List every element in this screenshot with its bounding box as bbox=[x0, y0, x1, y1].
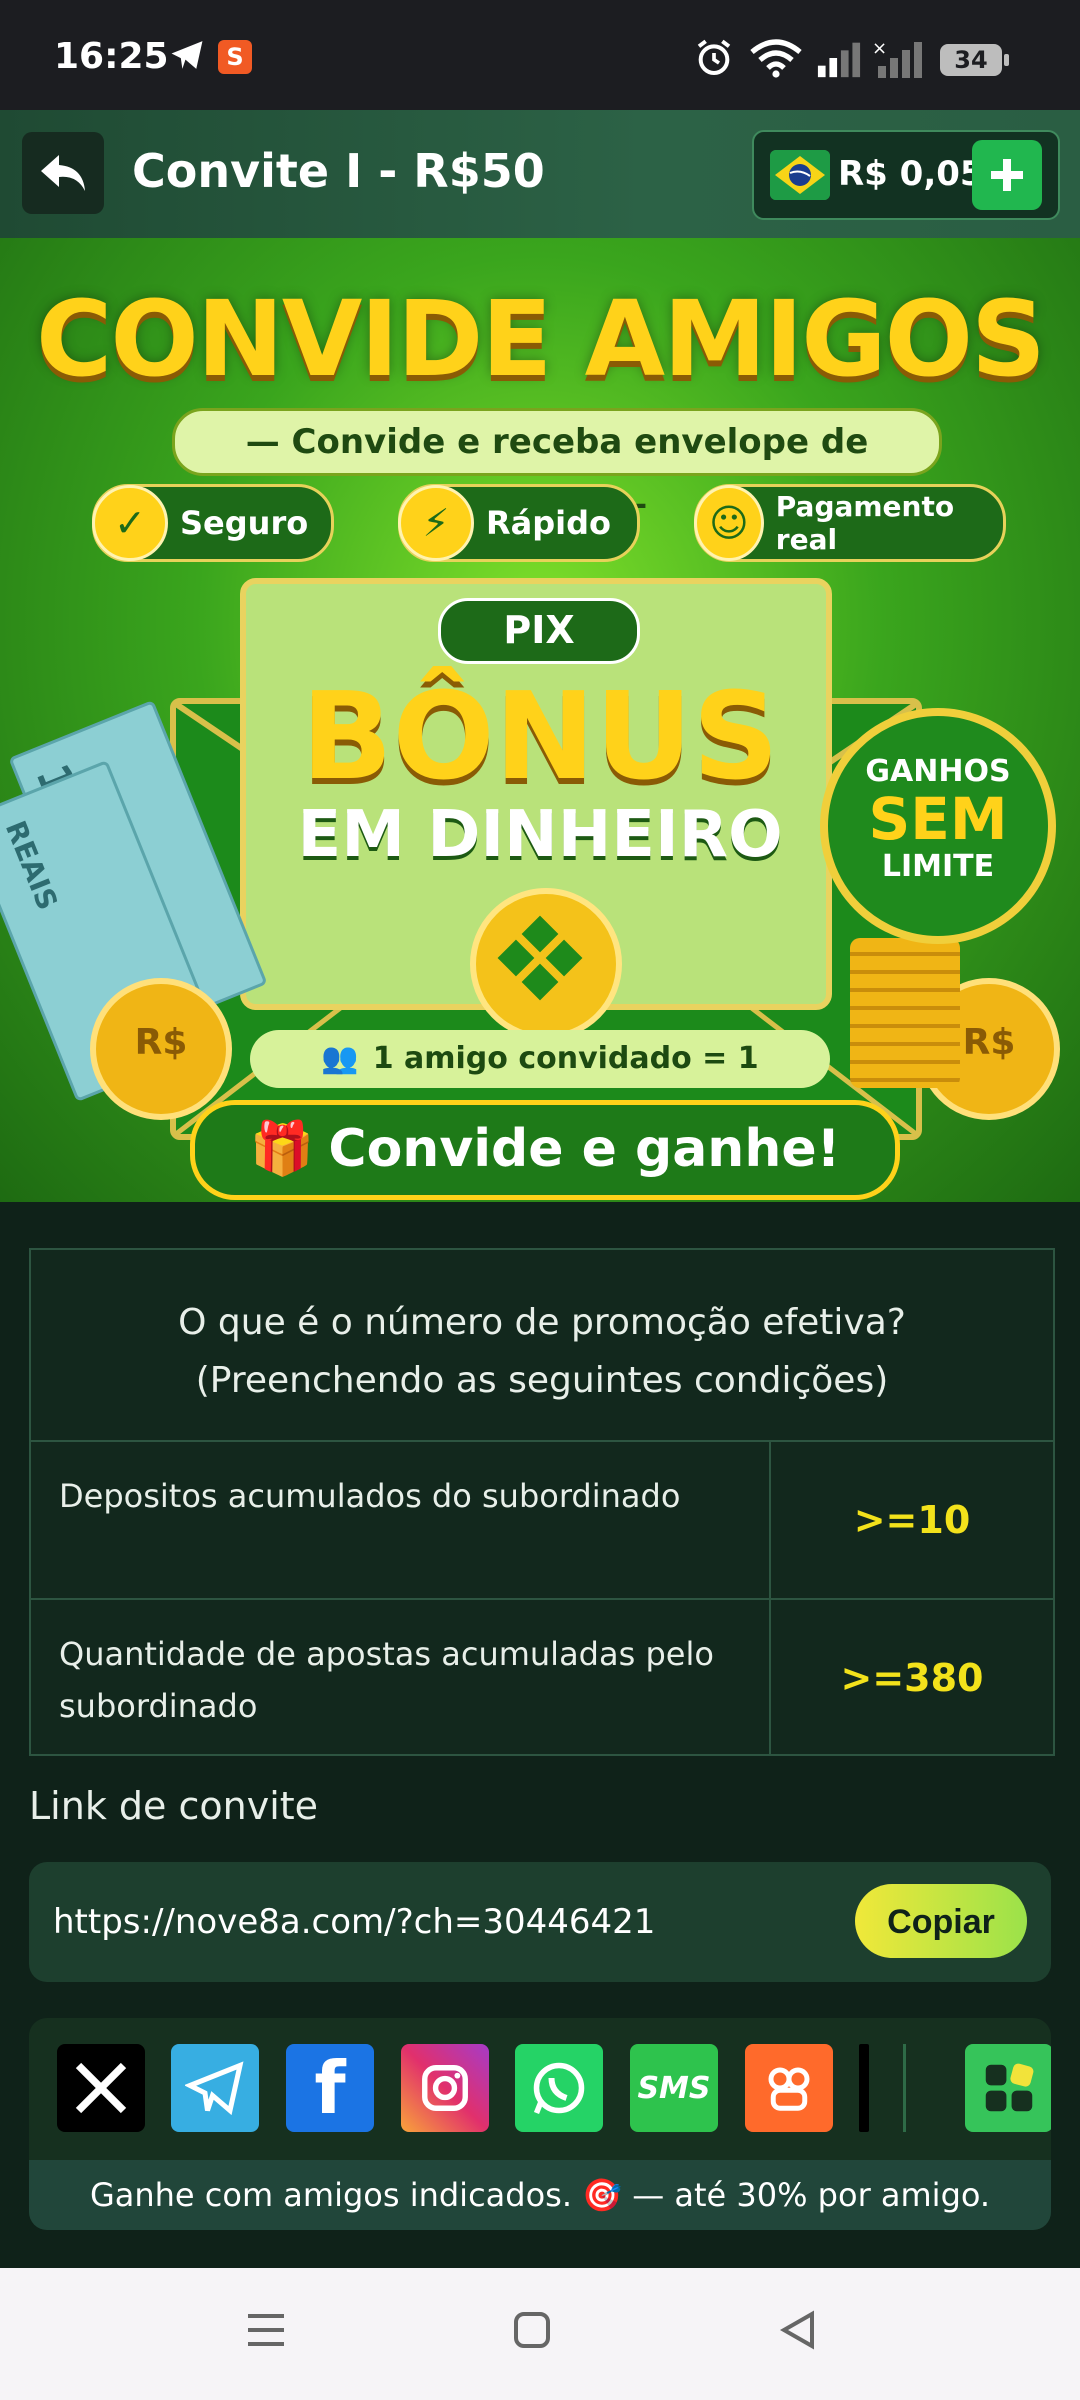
smiley-icon: ☺ bbox=[694, 485, 764, 561]
conditions-title: O que é o número de promoção efetiva? bbox=[178, 1302, 906, 1343]
balance-amount: R$ 0,05 bbox=[838, 154, 984, 194]
seal-line-3: LIMITE bbox=[881, 849, 995, 884]
ganhos-sem-limite-seal: GANHOS SEM LIMITE bbox=[820, 708, 1056, 944]
telegram-notification-icon bbox=[171, 41, 203, 69]
friends-icon: 👥 bbox=[321, 1041, 359, 1076]
invite-link-box: https://nove8a.com/?ch=30446421 Copiar bbox=[29, 1862, 1051, 1982]
menu-icon[interactable] bbox=[244, 2310, 288, 2350]
divider bbox=[903, 2044, 906, 2132]
back-button[interactable] bbox=[22, 132, 104, 214]
battery-indicator: 34 bbox=[940, 44, 1009, 76]
back-nav-icon[interactable] bbox=[778, 2310, 818, 2350]
brazil-flag-icon bbox=[770, 150, 830, 200]
conditions-header: O que é o número de promoção efetiva? (P… bbox=[31, 1250, 1053, 1442]
condition-label: Quantidade de apostas acumuladas pelo su… bbox=[31, 1600, 771, 1756]
svg-text:×: × bbox=[872, 38, 887, 59]
shop-notification-icon: S bbox=[218, 40, 252, 74]
more-icon-partial[interactable] bbox=[859, 2044, 869, 2132]
signal-icon-1 bbox=[817, 42, 861, 78]
alarm-icon bbox=[697, 39, 731, 75]
convide-ganhe-button[interactable]: 🎁 Convide e ganhe! bbox=[190, 1100, 900, 1200]
badge-label: Seguro bbox=[180, 504, 309, 542]
share-footer-text: Ganhe com amigos indicados. 🎯 — até 30% … bbox=[29, 2160, 1051, 2230]
badge-label: Pagamento real bbox=[775, 490, 955, 556]
pix-coin-icon bbox=[470, 888, 622, 1040]
facebook-icon[interactable]: f bbox=[286, 2044, 374, 2132]
promo-banner: CONVIDE AMIGOS — Convide e receba envelo… bbox=[0, 238, 1080, 1202]
add-funds-button[interactable] bbox=[972, 140, 1042, 210]
whatsapp-icon[interactable] bbox=[515, 2044, 603, 2132]
lightning-icon: ⚡ bbox=[398, 485, 474, 561]
back-arrow-icon bbox=[41, 155, 85, 191]
conditions-subtitle: (Preenchendo as seguintes condições) bbox=[195, 1360, 889, 1401]
status-time: 16:25 bbox=[54, 36, 169, 77]
badge-label: Rápido bbox=[486, 504, 611, 542]
instagram-icon[interactable] bbox=[401, 2044, 489, 2132]
cta-label: Convide e ganhe! bbox=[328, 1119, 841, 1179]
sms-icon[interactable]: SMS bbox=[630, 2044, 718, 2132]
seal-line-2: SEM bbox=[868, 785, 1008, 853]
x-icon[interactable] bbox=[57, 2044, 145, 2132]
badge-rapido: ⚡ Rápido bbox=[398, 484, 640, 562]
coin-icon: R$ bbox=[90, 978, 232, 1120]
seal-line-1: GANHOS bbox=[865, 754, 1011, 789]
banknote-label: REAIS bbox=[0, 816, 65, 915]
pix-badge: PIX bbox=[438, 598, 640, 664]
telegram-icon[interactable] bbox=[171, 2044, 259, 2132]
banner-headline: CONVIDE AMIGOS bbox=[36, 278, 1046, 400]
home-icon[interactable] bbox=[512, 2310, 552, 2350]
condition-value: >=10 bbox=[853, 1498, 971, 1542]
table-row: Depositos acumulados do subordinado >=10 bbox=[31, 1442, 1053, 1600]
page-title: Convite I - R$50 bbox=[132, 144, 545, 198]
copy-button[interactable]: Copiar bbox=[855, 1884, 1027, 1958]
share-panel: f SMS Ganhe com amigos indicados. 🎯 — at… bbox=[29, 2018, 1051, 2230]
condition-label: Depositos acumulados do subordinado bbox=[31, 1442, 771, 1598]
shield-check-icon: ✓ bbox=[92, 485, 168, 561]
signal-icon-2: × bbox=[872, 38, 922, 78]
gift-icon: 🎁 bbox=[249, 1119, 315, 1179]
top-header: Convite I - R$50 R$ 0,05 bbox=[0, 110, 1080, 238]
balance-widget[interactable]: R$ 0,05 bbox=[752, 130, 1060, 220]
table-row: Quantidade de apostas acumuladas pelo su… bbox=[31, 1600, 1053, 1756]
kwai-icon[interactable] bbox=[745, 2044, 833, 2132]
condition-value: >=380 bbox=[840, 1656, 984, 1700]
wifi-icon bbox=[750, 39, 802, 78]
conditions-table: O que é o número de promoção efetiva? (P… bbox=[29, 1248, 1055, 1756]
coin-stack-graphic bbox=[850, 938, 960, 1088]
invite-url[interactable]: https://nove8a.com/?ch=30446421 bbox=[53, 1902, 655, 1942]
more-apps-icon[interactable] bbox=[965, 2044, 1051, 2132]
friends-envelope-line: 👥1 amigo convidado = 1 envelope bbox=[250, 1030, 830, 1134]
system-nav-bar bbox=[0, 2268, 1080, 2400]
banner-subtitle: — Convide e receba envelope de prêmio — bbox=[172, 408, 942, 524]
badge-seguro: ✓ Seguro bbox=[92, 484, 334, 562]
badge-pagamento: ☺ Pagamento real bbox=[694, 484, 1006, 562]
invite-link-title: Link de convite bbox=[29, 1784, 319, 1828]
plus-icon bbox=[991, 159, 1023, 191]
status-bar: 16:25 S × 34 bbox=[0, 0, 1080, 110]
